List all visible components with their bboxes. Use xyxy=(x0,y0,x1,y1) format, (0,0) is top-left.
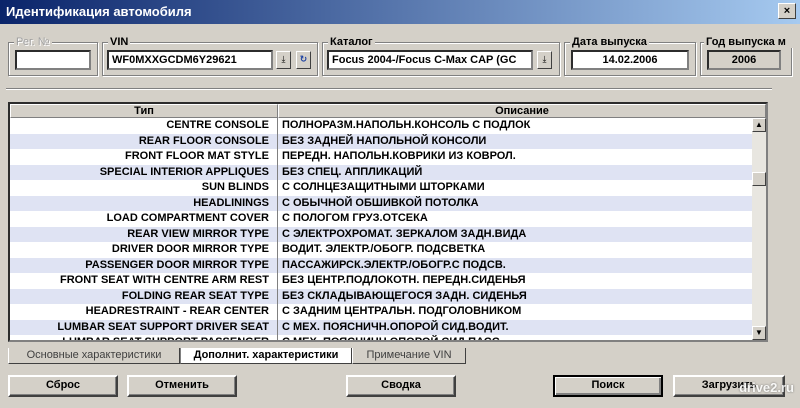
table-header: Тип Описание xyxy=(10,104,766,118)
catalog-dropdown-icon[interactable]: ⤓ xyxy=(537,51,552,69)
scroll-thumb[interactable] xyxy=(752,172,766,186)
row-type-cell: LUMBAR SEAT SUPPORT PASSENGER xyxy=(10,335,278,340)
row-description-cell: БЕЗ СПЕЦ. АППЛИКАЦИЙ xyxy=(282,165,423,178)
table-row[interactable]: LUMBAR SEAT SUPPORT PASSENGER С МЕХ. ПОЯС… xyxy=(10,335,752,342)
row-type-cell: FOLDING REAR SEAT TYPE xyxy=(10,288,278,304)
separator xyxy=(6,88,772,90)
window-title: Идентификация автомобиля xyxy=(6,4,192,19)
table-row[interactable]: FRONT SEAT WITH CENTRE ARM REST БЕЗ ЦЕНТР… xyxy=(10,273,752,289)
row-description-cell: С ПОЛОГОМ ГРУЗ.ОТСЕКА xyxy=(282,212,428,224)
release-date-label: Дата выпуска xyxy=(570,36,649,48)
table-row[interactable]: REAR VIEW MIRROR TYPE С ЭЛЕКТРОХРОМАТ. ЗЕ… xyxy=(10,226,752,242)
row-type-cell: LUMBAR SEAT SUPPORT DRIVER SEAT xyxy=(10,319,278,335)
search-button[interactable]: Поиск xyxy=(553,375,663,397)
characteristics-table: Тип Описание CENTRE CONSOLE ПОЛНОРАЗМ.НАП… xyxy=(8,102,768,342)
row-description-cell: С МЕХ. ПОЯСНИЧН.ОПОРОЙ СИД.ВОДИТ. xyxy=(282,320,509,333)
vin-dropdown-icon[interactable]: ⤓ xyxy=(276,51,291,69)
scroll-down-icon[interactable]: ▼ xyxy=(752,326,766,340)
tab-vin-notes[interactable]: Примечание VIN xyxy=(352,348,466,364)
release-date-input[interactable]: 14.02.2006 xyxy=(571,50,689,70)
table-row[interactable]: PASSENGER DOOR MIRROR TYPE ПАССАЖИРСК.ЭЛЕ… xyxy=(10,257,752,273)
table-row[interactable]: FRONT FLOOR MAT STYLE ПЕРЕДН. НАПОЛЬН.КОВ… xyxy=(10,149,752,165)
catalog-select[interactable]: Focus 2004-/Focus C-Max CAP (GC xyxy=(327,50,533,70)
cancel-button[interactable]: Отменить xyxy=(127,375,237,397)
row-type-cell: LOAD COMPARTMENT COVER xyxy=(10,211,278,227)
close-button[interactable]: × xyxy=(778,3,796,19)
reg-no-input[interactable] xyxy=(15,50,91,70)
row-type-cell: CENTRE CONSOLE xyxy=(10,118,278,134)
table-row[interactable]: SUN BLINDS С СОЛНЦЕЗАЩИТНЫМИ ШТОРКАМИ xyxy=(10,180,752,196)
table-row[interactable]: CENTRE CONSOLE ПОЛНОРАЗМ.НАПОЛЬН.КОНСОЛЬ … xyxy=(10,118,752,134)
vertical-scrollbar[interactable]: ▲ ▼ xyxy=(752,118,766,340)
vin-label: VIN xyxy=(108,36,131,48)
row-type-cell: PASSENGER DOOR MIRROR TYPE xyxy=(10,257,278,273)
row-type-cell: FRONT FLOOR MAT STYLE xyxy=(10,149,278,165)
tab-main-characteristics[interactable]: Основные характеристики xyxy=(8,348,180,364)
row-description-cell: С СОЛНЦЕЗАЩИТНЫМИ ШТОРКАМИ xyxy=(282,181,485,193)
summary-button[interactable]: Сводка xyxy=(346,375,456,397)
vin-input[interactable]: WF0MXXGCDM6Y29621 xyxy=(107,50,273,70)
header-type[interactable]: Тип xyxy=(10,104,278,118)
release-year-label: Год выпуска м xyxy=(704,36,796,48)
row-type-cell: DRIVER DOOR MIRROR TYPE xyxy=(10,242,278,258)
vin-refresh-icon[interactable]: ↻ xyxy=(296,51,311,69)
row-type-cell: SPECIAL INTERIOR APPLIQUES xyxy=(10,164,278,180)
row-type-cell: REAR FLOOR CONSOLE xyxy=(10,133,278,149)
table-row[interactable]: DRIVER DOOR MIRROR TYPE ВОДИТ. ЭЛЕКТР./ОБ… xyxy=(10,242,752,258)
row-type-cell: SUN BLINDS xyxy=(10,180,278,196)
row-description-cell: С ЭЛЕКТРОХРОМАТ. ЗЕРКАЛОМ ЗАДН.ВИДА xyxy=(282,227,527,240)
row-description-cell: БЕЗ ЦЕНТР.ПОДЛОКОТН. ПЕРЕДН.СИДЕНЬЯ xyxy=(282,274,526,286)
table-row[interactable]: SPECIAL INTERIOR APPLIQUES БЕЗ СПЕЦ. АППЛ… xyxy=(10,164,752,180)
row-description-cell: БЕЗ СКЛАДЫВАЮЩЕГОСЯ ЗАДН. СИДЕНЬЯ xyxy=(282,289,527,302)
row-description-cell: С ОБЫЧНОЙ ОБШИВКОЙ ПОТОЛКА xyxy=(282,196,479,209)
table-row[interactable]: FOLDING REAR SEAT TYPE БЕЗ СКЛАДЫВАЮЩЕГОС… xyxy=(10,288,752,304)
table-row[interactable]: REAR FLOOR CONSOLE БЕЗ ЗАДНЕЙ НАПОЛЬНОЙ К… xyxy=(10,133,752,149)
row-type-cell: HEADRESTRAINT - REAR CENTER xyxy=(10,304,278,320)
table-row[interactable]: HEADLININGS С ОБЫЧНОЙ ОБШИВКОЙ ПОТОЛКА xyxy=(10,195,752,211)
row-type-cell: HEADLININGS xyxy=(10,195,278,211)
catalog-label: Каталог xyxy=(328,36,375,48)
release-year-input: 2006 xyxy=(707,50,781,70)
reg-no-label: Рег. № xyxy=(14,36,52,48)
row-description-cell: С ЗАДНИМ ЦЕНТРАЛЬН. ПОДГОЛОВНИКОМ xyxy=(282,305,522,317)
table-row[interactable]: HEADRESTRAINT - REAR CENTER С ЗАДНИМ ЦЕНТ… xyxy=(10,304,752,320)
row-description-cell: ПЕРЕДН. НАПОЛЬН.КОВРИКИ ИЗ КОВРОЛ. xyxy=(282,150,516,162)
row-description-cell: ВОДИТ. ЭЛЕКТР./ОБОГР. ПОДСВЕТКА xyxy=(282,243,486,255)
table-row[interactable]: LUMBAR SEAT SUPPORT DRIVER SEAT С МЕХ. ПО… xyxy=(10,319,752,335)
row-description-cell: ПОЛНОРАЗМ.НАПОЛЬН.КОНСОЛЬ С ПОДЛОК xyxy=(282,119,531,131)
reset-button[interactable]: Сброс xyxy=(8,375,118,397)
table-body: CENTRE CONSOLE ПОЛНОРАЗМ.НАПОЛЬН.КОНСОЛЬ … xyxy=(10,118,752,342)
row-description-cell: БЕЗ ЗАДНЕЙ НАПОЛЬНОЙ КОНСОЛИ xyxy=(282,134,487,147)
row-type-cell: FRONT SEAT WITH CENTRE ARM REST xyxy=(10,273,278,289)
scroll-up-icon[interactable]: ▲ xyxy=(752,118,766,132)
row-type-cell: REAR VIEW MIRROR TYPE xyxy=(10,226,278,242)
header-description[interactable]: Описание xyxy=(278,104,766,118)
title-bar: Идентификация автомобиля × xyxy=(0,0,800,24)
row-description-cell: С МЕХ. ПОЯСНИЧН.ОПОРОЙ СИД.ПАСС. xyxy=(282,336,503,342)
row-description-cell: ПАССАЖИРСК.ЭЛЕКТР./ОБОГР.С ПОДСВ. xyxy=(282,258,506,271)
table-row[interactable]: LOAD COMPARTMENT COVER С ПОЛОГОМ ГРУЗ.ОТС… xyxy=(10,211,752,227)
watermark: drive2.ru xyxy=(739,380,794,395)
tab-additional-characteristics[interactable]: Дополнит. характеристики xyxy=(180,348,352,364)
